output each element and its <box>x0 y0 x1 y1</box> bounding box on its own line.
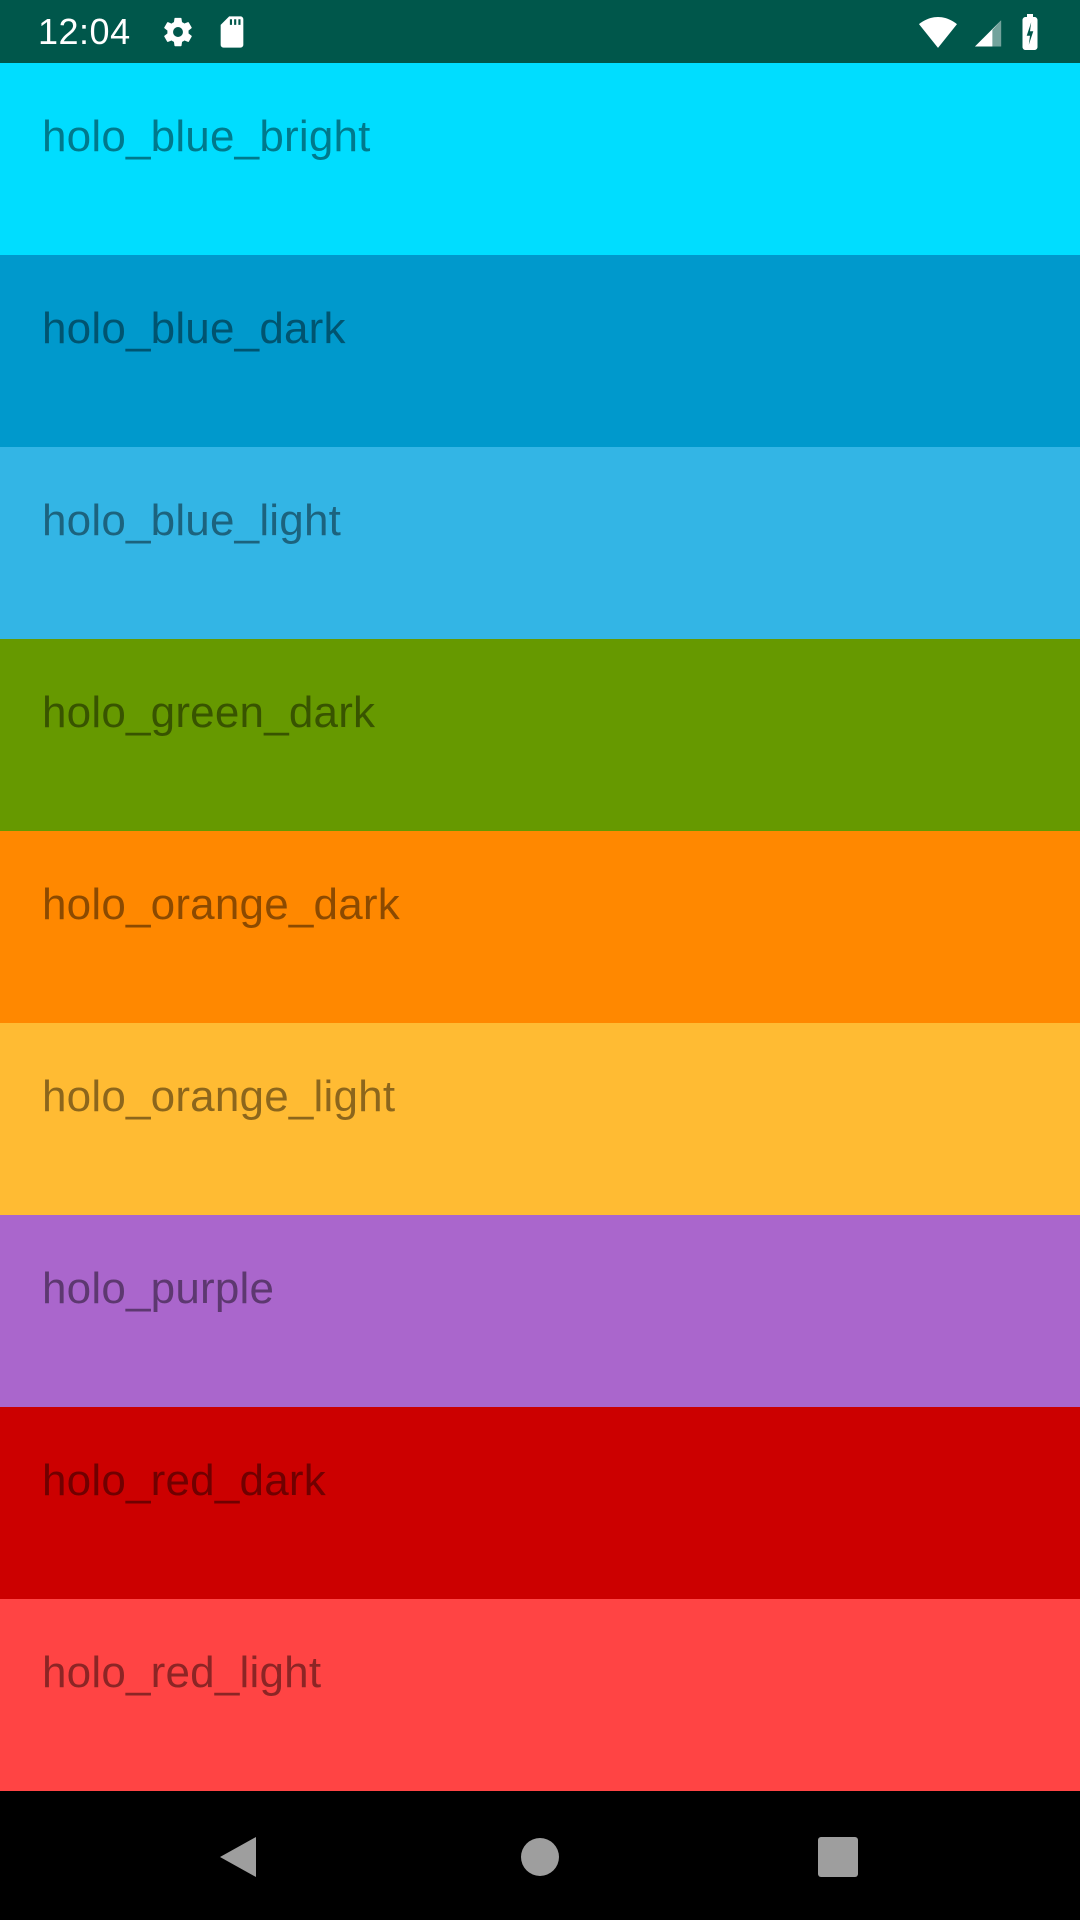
back-icon <box>216 1833 260 1881</box>
color-name-label: holo_red_dark <box>42 1456 326 1505</box>
color-row-holo-blue-light[interactable]: holo_blue_light <box>0 447 1080 639</box>
sd-card-icon <box>217 15 247 49</box>
back-button[interactable] <box>168 1793 308 1920</box>
color-row-holo-orange-dark[interactable]: holo_orange_dark <box>0 831 1080 1023</box>
battery-charging-icon <box>1018 13 1042 50</box>
color-name-label: holo_blue_dark <box>42 304 346 353</box>
navigation-bar <box>0 1793 1080 1920</box>
cell-signal-icon <box>972 16 1004 48</box>
wifi-icon <box>918 15 958 49</box>
app-screen: 12:04 holo_blue_bright holo_blue_dark ho… <box>0 0 1080 1920</box>
color-row-holo-blue-bright[interactable]: holo_blue_bright <box>0 63 1080 255</box>
color-list[interactable]: holo_blue_bright holo_blue_dark holo_blue_… <box>0 63 1080 1793</box>
color-row-holo-green-dark[interactable]: holo_green_dark <box>0 639 1080 831</box>
color-name-label: holo_blue_bright <box>42 112 371 161</box>
home-icon <box>520 1837 560 1877</box>
gear-icon <box>161 15 195 49</box>
color-row-holo-purple[interactable]: holo_purple <box>0 1215 1080 1407</box>
status-system-icons <box>918 13 1042 50</box>
status-bar: 12:04 <box>0 0 1080 63</box>
color-name-label: holo_orange_light <box>42 1072 396 1121</box>
color-name-label: holo_green_dark <box>42 688 376 737</box>
recents-button[interactable] <box>768 1793 908 1920</box>
color-name-label: holo_orange_dark <box>42 880 400 929</box>
color-row-holo-blue-dark[interactable]: holo_blue_dark <box>0 255 1080 447</box>
status-notification-icons <box>161 15 247 49</box>
home-button[interactable] <box>470 1793 610 1920</box>
color-name-label: holo_blue_light <box>42 496 342 545</box>
color-row-holo-red-dark[interactable]: holo_red_dark <box>0 1407 1080 1599</box>
color-row-holo-orange-light[interactable]: holo_orange_light <box>0 1023 1080 1215</box>
recents-icon <box>817 1836 859 1878</box>
color-name-label: holo_purple <box>42 1264 275 1313</box>
color-name-label: holo_red_light <box>42 1648 322 1697</box>
color-row-holo-red-light[interactable]: holo_red_light <box>0 1599 1080 1791</box>
status-time: 12:04 <box>38 10 131 52</box>
